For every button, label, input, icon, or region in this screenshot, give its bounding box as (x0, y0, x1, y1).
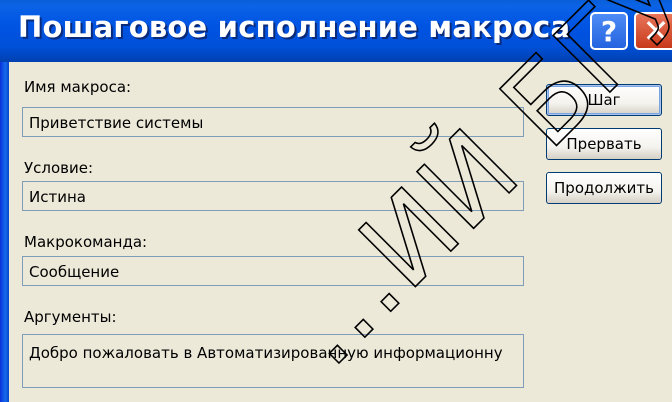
title-bar[interactable]: Пошаговое исполнение макроса ? ✕ (0, 0, 672, 62)
arguments-field: Добро пожаловать в Автоматизированную ин… (22, 334, 524, 388)
condition-field: Истина (22, 181, 524, 211)
help-icon: ? (600, 14, 618, 48)
window-title: Пошаговое исполнение макроса (18, 10, 571, 44)
step-button[interactable]: Шаг (546, 84, 662, 116)
action-label: Макрокоманда: (24, 233, 148, 251)
macro-single-step-dialog: Пошаговое исполнение макроса ? ✕ Имя мак… (0, 0, 672, 402)
continue-button[interactable]: Продолжить (546, 172, 662, 204)
window-left-border (0, 62, 9, 402)
arguments-label: Аргументы: (24, 308, 117, 326)
close-icon: ✕ (642, 12, 670, 50)
close-button[interactable]: ✕ (634, 12, 672, 50)
halt-button[interactable]: Прервать (546, 128, 662, 160)
action-field: Сообщение (22, 256, 524, 286)
macro-name-field: Приветствие системы (22, 107, 524, 137)
macro-name-label: Имя макроса: (24, 78, 132, 96)
condition-label: Условие: (24, 159, 94, 177)
help-button[interactable]: ? (590, 12, 628, 50)
